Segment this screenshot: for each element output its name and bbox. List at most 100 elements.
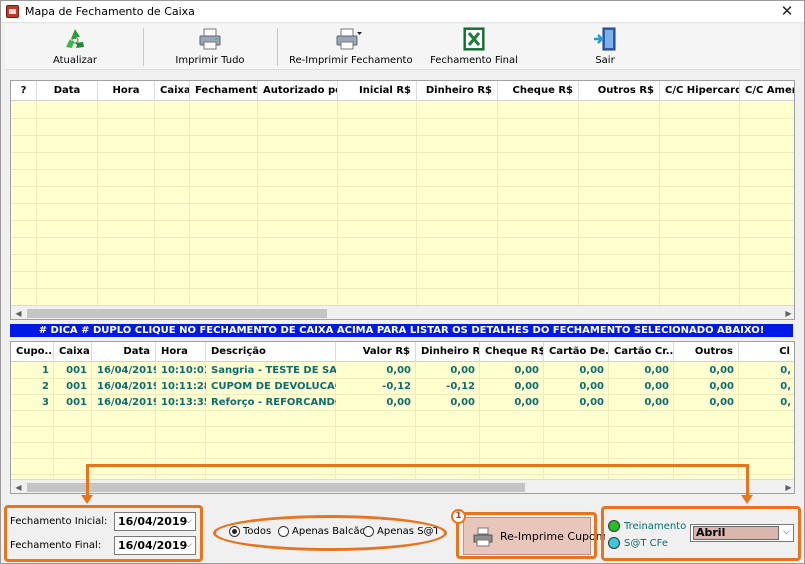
cell-outros: 0,00 [709,397,734,408]
table-row[interactable]: 1 001 16/04/2019 10:10:01 Sangria - TEST… [11,363,794,379]
col-header[interactable]: Hora [156,342,206,362]
app-icon [6,5,19,18]
col-header[interactable]: Descrição [206,342,336,362]
col-header[interactable]: Cartão De... [544,342,609,362]
annotation-arrow-icon [741,495,753,504]
exit-door-icon [594,27,616,51]
cell-cupom: 2 [42,381,49,392]
cell-cupom: 1 [42,365,49,376]
reprint-closing-button[interactable]: Re-Imprimir Fechamento [289,24,413,70]
cell-cartao-credito: 0,00 [644,365,669,376]
cell-cartao-debito: 0,00 [579,365,604,376]
cell-outros: 0,00 [709,365,734,376]
closings-grid[interactable]: ? Data Hora Caixa Fechamento Autorizado … [10,80,795,320]
col-header[interactable]: Inicial R$ [338,81,417,101]
col-header[interactable]: ? [11,81,37,101]
horizontal-scrollbar[interactable]: ◀ ▶ [11,479,794,493]
col-header[interactable]: Caixa [54,342,92,362]
col-header[interactable]: Cupo... [11,342,54,362]
cell-valor: -0,12 [382,381,411,392]
col-header[interactable]: Data [92,342,156,362]
print-all-button[interactable]: Imprimir Tudo [165,24,255,70]
final-closing-label: Fechamento Final [430,55,518,66]
col-header[interactable]: Hora [98,81,155,101]
grid-line [11,186,794,187]
tip-banner: # DICA # DUPLO CLIQUE NO FECHAMENTO DE C… [10,324,793,337]
table-row[interactable]: 2 001 16/04/2019 10:11:28 CUPOM DE DEVOL… [11,379,794,395]
col-header[interactable]: Cheque R$ [498,81,579,101]
cell-data: 16/04/2019 [97,365,156,376]
toolbar-separator [143,28,144,66]
horizontal-scrollbar[interactable]: ◀ ▶ [11,305,794,319]
toolbar-separator [277,28,278,66]
printer-dropdown-icon [336,28,362,50]
scrollbar-thumb[interactable] [27,309,327,318]
col-header[interactable]: Outros R$ [579,81,660,101]
cell-hora: 10:11:28 [161,381,206,392]
grid-line [11,135,794,136]
annotation-connector [746,464,749,497]
cell-data: 16/04/2019 [97,397,156,408]
scrollbar-thumb[interactable] [27,483,525,492]
cell-valor: 0,00 [386,397,411,408]
reprint-closing-label: Re-Imprimir Fechamento [289,55,413,66]
table-row[interactable]: 3 001 16/04/2019 10:13:35 Reforço - REFO… [11,395,794,411]
grid-line [11,169,794,170]
col-header[interactable]: Dinheiro R$ [417,81,498,101]
details-grid[interactable]: Cupo... Caixa Data Hora Descrição Valor … [10,341,795,494]
grid-line [11,152,794,153]
col-header[interactable]: Caixa [155,81,190,101]
scroll-left-icon[interactable]: ◀ [11,480,26,493]
col-header[interactable]: Fechamento [190,81,258,101]
scroll-right-icon[interactable]: ▶ [781,306,794,319]
cell-cartao-credito: 0,00 [644,381,669,392]
excel-icon [463,27,485,51]
exit-button[interactable]: Sair [570,24,640,70]
scroll-left-icon[interactable]: ◀ [11,306,26,319]
print-all-label: Imprimir Tudo [175,55,245,66]
annotation-ellipse-radios [213,515,447,551]
col-header[interactable]: Outros [674,342,739,362]
col-header[interactable]: Dinheiro R$ [416,342,480,362]
col-header[interactable]: Data [37,81,98,101]
grid-line [11,271,794,272]
close-icon[interactable]: ✕ [776,2,798,20]
annotation-badge: 1 [451,509,466,524]
annotation-connector [86,464,749,467]
cell-cupom: 3 [42,397,49,408]
final-closing-button[interactable]: Fechamento Final [429,24,519,70]
window-title: Mapa de Fechamento de Caixa [25,5,195,18]
grid-line [11,118,794,119]
col-header[interactable]: Autorizado por [258,81,338,101]
refresh-button[interactable]: Atualizar [35,24,115,70]
cell-cl: 0, [780,397,791,408]
grid-line [11,203,794,204]
annotation-arrow-icon [81,495,93,504]
col-header[interactable]: C/C Americ [740,81,794,101]
grid-line [11,426,794,427]
cell-descricao: Sangria - TESTE DE SAN... [211,365,336,376]
grid-line [11,220,794,221]
closings-grid-header: ? Data Hora Caixa Fechamento Autorizado … [11,81,794,101]
col-header[interactable]: C/C Hipercard... [660,81,740,101]
col-header[interactable]: Cartão Cr... [609,342,674,362]
cell-caixa: 001 [66,365,87,376]
details-grid-header: Cupo... Caixa Data Hora Descrição Valor … [11,342,794,362]
cell-descricao: Reforço - REFORCANDO ... [211,397,336,408]
cell-valor: 0,00 [386,365,411,376]
annotation-connector [86,464,89,497]
col-header[interactable]: Cl [739,342,794,362]
col-header[interactable]: Cheque R$ [480,342,544,362]
recycle-icon [66,29,84,48]
printer-icon [199,28,221,50]
exit-label: Sair [595,55,615,66]
annotation-box-reprint [456,512,597,559]
cell-cartao-credito: 0,00 [644,397,669,408]
main-window: Mapa de Fechamento de Caixa ✕ Atualizar … [0,0,805,564]
grid-line [11,288,794,289]
cell-hora: 10:10:01 [161,365,206,376]
refresh-label: Atualizar [52,55,98,66]
col-header[interactable]: Valor R$ [336,342,416,362]
scroll-right-icon[interactable]: ▶ [781,480,794,493]
cell-dinheiro: 0,00 [450,397,475,408]
